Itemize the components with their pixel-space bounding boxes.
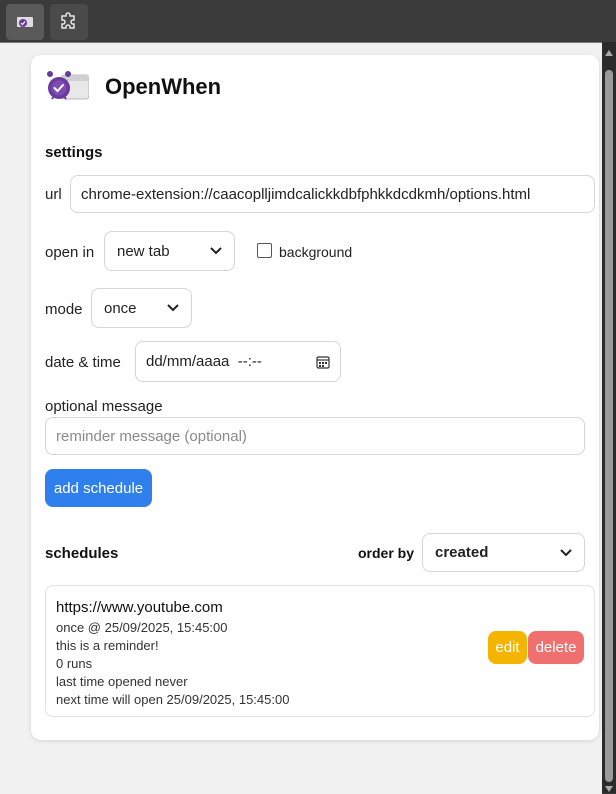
popup-card: OpenWhen settings url chrome-extension:/… xyxy=(31,55,599,740)
schedules-heading: schedules xyxy=(45,545,119,562)
openwhen-extension-button[interactable] xyxy=(6,4,44,40)
edit-button[interactable]: edit xyxy=(488,631,527,664)
open-in-value: new tab xyxy=(117,242,170,260)
schedule-last-opened: last time opened never xyxy=(56,674,188,689)
datetime-input[interactable]: dd/mm/aaaa --:-- xyxy=(135,341,341,382)
scroll-up-icon[interactable] xyxy=(605,50,613,56)
datetime-value: dd/mm/aaaa --:-- xyxy=(146,353,262,370)
chevron-down-icon xyxy=(210,247,222,255)
order-by-label: order by xyxy=(358,545,415,561)
message-input[interactable]: reminder message (optional) xyxy=(45,417,585,455)
url-input[interactable]: chrome-extension://caacoplljimdcalickkdb… xyxy=(70,175,595,213)
settings-heading: settings xyxy=(45,144,103,161)
background-label: background xyxy=(279,244,353,260)
schedule-next-open: next time will open 25/09/2025, 15:45:00 xyxy=(56,692,290,707)
schedule-url: https://www.youtube.com xyxy=(56,599,223,616)
background-checkbox[interactable] xyxy=(257,243,272,258)
scrollbar[interactable] xyxy=(602,42,616,793)
mode-value: once xyxy=(104,299,137,317)
order-by-select[interactable]: created xyxy=(422,533,585,572)
delete-button[interactable]: delete xyxy=(528,631,584,664)
alarm-clock-logo-icon xyxy=(47,71,89,100)
url-value: chrome-extension://caacoplljimdcalickkdb… xyxy=(81,185,531,203)
open-in-select[interactable]: new tab xyxy=(104,231,235,271)
browser-toolbar xyxy=(0,0,616,42)
chevron-down-icon xyxy=(167,304,179,312)
mode-select[interactable]: once xyxy=(91,288,192,328)
schedule-runs: 0 runs xyxy=(56,656,93,671)
app-header: OpenWhen xyxy=(47,71,221,103)
schedule-item: https://www.youtube.com once @ 25/09/202… xyxy=(45,585,595,717)
app-title: OpenWhen xyxy=(105,74,222,99)
url-label: url xyxy=(45,186,62,203)
scroll-thumb[interactable] xyxy=(605,70,613,782)
order-by-value: created xyxy=(435,544,489,561)
message-placeholder: reminder message (optional) xyxy=(56,427,247,445)
scroll-down-icon[interactable] xyxy=(605,786,613,792)
puzzle-icon xyxy=(61,12,75,29)
extensions-button[interactable] xyxy=(50,4,88,40)
add-schedule-button[interactable]: add schedule xyxy=(45,469,152,507)
schedule-message: this is a reminder! xyxy=(56,638,159,653)
chevron-down-icon xyxy=(560,548,572,556)
open-in-label: open in xyxy=(45,244,95,261)
mode-label: mode xyxy=(45,301,83,318)
schedule-when: once @ 25/09/2025, 15:45:00 xyxy=(56,620,228,635)
alarm-extension-icon xyxy=(17,17,33,27)
datetime-label: date & time xyxy=(45,354,121,371)
message-label: optional message xyxy=(45,398,163,415)
calendar-icon[interactable] xyxy=(316,355,330,369)
